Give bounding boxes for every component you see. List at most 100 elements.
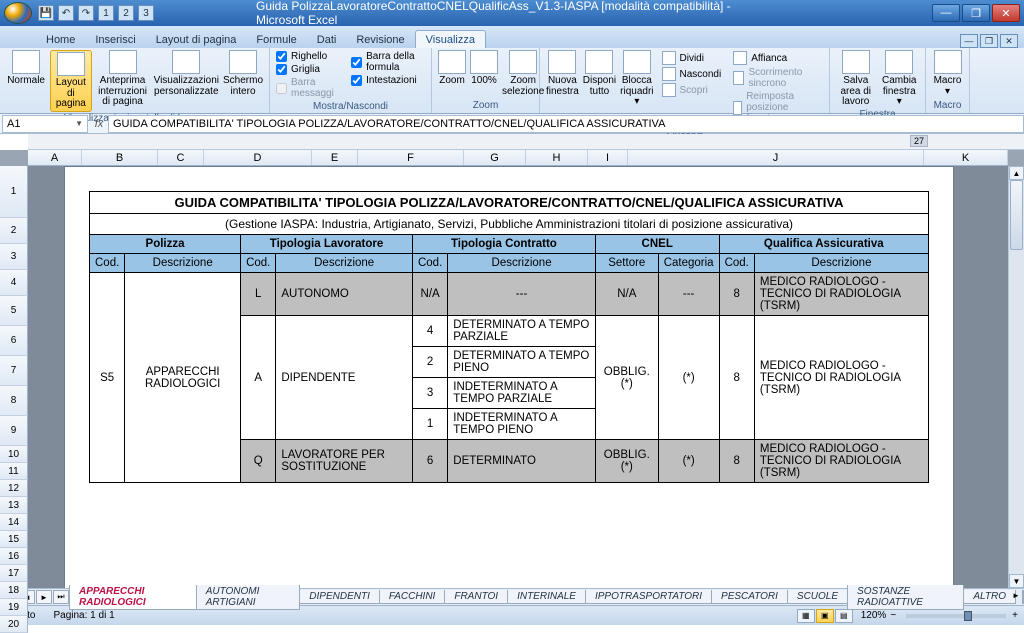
arrange-all-button[interactable]: Disponi tutto xyxy=(583,50,616,97)
redo-icon[interactable]: ↷ xyxy=(78,5,94,21)
zoom-out-button[interactable]: − xyxy=(890,610,896,621)
chk-righello[interactable]: Righello xyxy=(276,51,339,62)
doc-minimize-button[interactable]: — xyxy=(960,34,978,48)
col-header[interactable]: I xyxy=(588,150,628,165)
split-button[interactable]: Dividi xyxy=(660,50,724,66)
view-layout-button[interactable]: Layout di pagina xyxy=(50,50,91,112)
formula-input[interactable]: GUIDA COMPATIBILITA' TIPOLOGIA POLIZZA/L… xyxy=(108,115,1024,133)
col-header[interactable]: D xyxy=(204,150,312,165)
zoom-value[interactable]: 120% xyxy=(861,610,887,621)
sheet-tab[interactable]: PESCATORI xyxy=(711,590,788,604)
view-anteprima-button[interactable]: Anteprima interruzioni di pagina xyxy=(96,50,150,108)
row-header[interactable]: 9 xyxy=(0,416,28,446)
tab-inserisci[interactable]: Inserisci xyxy=(85,31,145,48)
row-header[interactable]: 6 xyxy=(0,326,28,356)
doc-close-button[interactable]: ✕ xyxy=(1000,34,1018,48)
row-headers[interactable]: 1 2 3 4 5 6 7 8 9 10 11 12 13 14 15 16 1… xyxy=(0,166,28,588)
doc-restore-button[interactable]: ❐ xyxy=(980,34,998,48)
col-header[interactable]: E xyxy=(312,150,358,165)
row-header[interactable]: 5 xyxy=(0,296,28,326)
sheet-tab[interactable]: FACCHINI xyxy=(379,590,445,604)
new-window-button[interactable]: Nuova finestra xyxy=(546,50,579,97)
view-normale-button[interactable]: Normale xyxy=(6,50,46,87)
save-workspace-button[interactable]: Salva area di lavoro xyxy=(836,50,876,108)
column-headers[interactable]: A B C D E F G H I J K xyxy=(28,150,1008,166)
row-header[interactable]: 2 xyxy=(0,218,28,244)
zoom-slider[interactable] xyxy=(906,614,1006,618)
view-personalizzate-button[interactable]: Visualizzazioni personalizzate xyxy=(154,50,219,97)
tab-revisione[interactable]: Revisione xyxy=(346,31,414,48)
macro-button[interactable]: Macro ▾ xyxy=(932,50,963,97)
row-header[interactable]: 8 xyxy=(0,386,28,416)
sheet-nav-next[interactable]: ► xyxy=(36,590,52,604)
minimize-button[interactable]: — xyxy=(932,4,960,22)
scroll-down-button[interactable]: ▼ xyxy=(1009,574,1024,588)
col-header[interactable]: K xyxy=(924,150,1008,165)
sheet-tab[interactable]: APPARECCHI RADIOLOGICI xyxy=(69,585,197,610)
chk-intestazioni[interactable]: Intestazioni xyxy=(351,75,425,86)
tab-visualizza[interactable]: Visualizza xyxy=(415,30,486,48)
view-normal-icon[interactable]: ▦ xyxy=(797,609,815,623)
row-header[interactable]: 19 xyxy=(0,599,28,616)
tab-home[interactable]: Home xyxy=(36,31,85,48)
col-header[interactable]: A xyxy=(28,150,82,165)
chevron-down-icon[interactable]: ▼ xyxy=(75,119,83,128)
close-button[interactable]: ✕ xyxy=(992,4,1020,22)
col-header[interactable]: H xyxy=(526,150,588,165)
chk-barra-formula[interactable]: Barra della formula xyxy=(351,51,425,73)
sheet-tab[interactable]: INTERINALE xyxy=(507,590,586,604)
view-page-layout-icon[interactable]: ▣ xyxy=(816,609,834,623)
row-header[interactable]: 10 xyxy=(0,446,28,463)
zoom-in-button[interactable]: + xyxy=(1012,610,1018,621)
row-header[interactable]: 3 xyxy=(0,244,28,270)
view-page-break-icon[interactable]: ▤ xyxy=(835,609,853,623)
freeze-panes-button[interactable]: Blocca riquadri ▾ xyxy=(620,50,653,108)
zoom-100-button[interactable]: 100% xyxy=(470,50,498,87)
fx-icon[interactable]: fx xyxy=(90,118,108,130)
view-schermo-intero-button[interactable]: Schermo intero xyxy=(223,50,263,97)
hide-button[interactable]: Nascondi xyxy=(660,66,724,82)
col-header[interactable]: B xyxy=(82,150,158,165)
name-box[interactable]: A1▼ xyxy=(2,115,88,133)
row-header[interactable]: 4 xyxy=(0,270,28,296)
zoom-slider-thumb[interactable] xyxy=(964,611,972,621)
chk-griglia[interactable]: Griglia xyxy=(276,64,339,75)
page-layout-view[interactable]: GUIDA COMPATIBILITA' TIPOLOGIA POLIZZA/L… xyxy=(28,166,1008,588)
save-icon[interactable]: 💾 xyxy=(38,5,54,21)
col-header[interactable]: F xyxy=(358,150,464,165)
sheet-tab[interactable]: SCUOLE xyxy=(787,590,848,604)
row-header[interactable]: 16 xyxy=(0,548,28,565)
row-header[interactable]: 1 xyxy=(0,166,28,218)
maximize-button[interactable]: ❐ xyxy=(962,4,990,22)
col-header[interactable]: C xyxy=(158,150,204,165)
row-header[interactable]: 18 xyxy=(0,582,28,599)
sheet-tab[interactable]: AUTONOMI ARTIGIANI xyxy=(196,585,301,610)
quick-access-toolbar: 💾 ↶ ↷ 1 2 3 xyxy=(38,5,154,21)
side-by-side-button[interactable]: Affianca xyxy=(731,50,823,66)
scroll-thumb[interactable] xyxy=(1010,180,1023,250)
switch-window-button[interactable]: Cambia finestra ▾ xyxy=(880,50,920,108)
row-header[interactable]: 12 xyxy=(0,480,28,497)
vertical-scrollbar[interactable]: ▲ ▼ xyxy=(1008,166,1024,588)
zoom-selection-button[interactable]: Zoom selezione xyxy=(502,50,544,97)
sheet-nav-last[interactable]: ⏭ xyxy=(53,590,69,604)
scroll-up-button[interactable]: ▲ xyxy=(1009,166,1024,180)
zoom-button[interactable]: Zoom xyxy=(438,50,466,87)
col-header[interactable]: J xyxy=(628,150,924,165)
row-header[interactable]: 11 xyxy=(0,463,28,480)
office-button[interactable] xyxy=(4,2,32,24)
undo-icon[interactable]: ↶ xyxy=(58,5,74,21)
sheet-tab[interactable]: DIPENDENTI xyxy=(299,590,380,604)
tab-dati[interactable]: Dati xyxy=(307,31,347,48)
sheet-tab[interactable]: IPPOTRASPORTATORI xyxy=(585,590,712,604)
row-header[interactable]: 14 xyxy=(0,514,28,531)
sheet-tab[interactable]: FRANTOI xyxy=(444,590,508,604)
col-header[interactable]: G xyxy=(464,150,526,165)
row-header[interactable]: 15 xyxy=(0,531,28,548)
tab-layout[interactable]: Layout di pagina xyxy=(146,31,247,48)
row-header[interactable]: 13 xyxy=(0,497,28,514)
row-header[interactable]: 7 xyxy=(0,356,28,386)
row-header[interactable]: 17 xyxy=(0,565,28,582)
sheet-tab[interactable]: SOSTANZE RADIOATTIVE xyxy=(847,585,964,610)
tab-formule[interactable]: Formule xyxy=(246,31,306,48)
